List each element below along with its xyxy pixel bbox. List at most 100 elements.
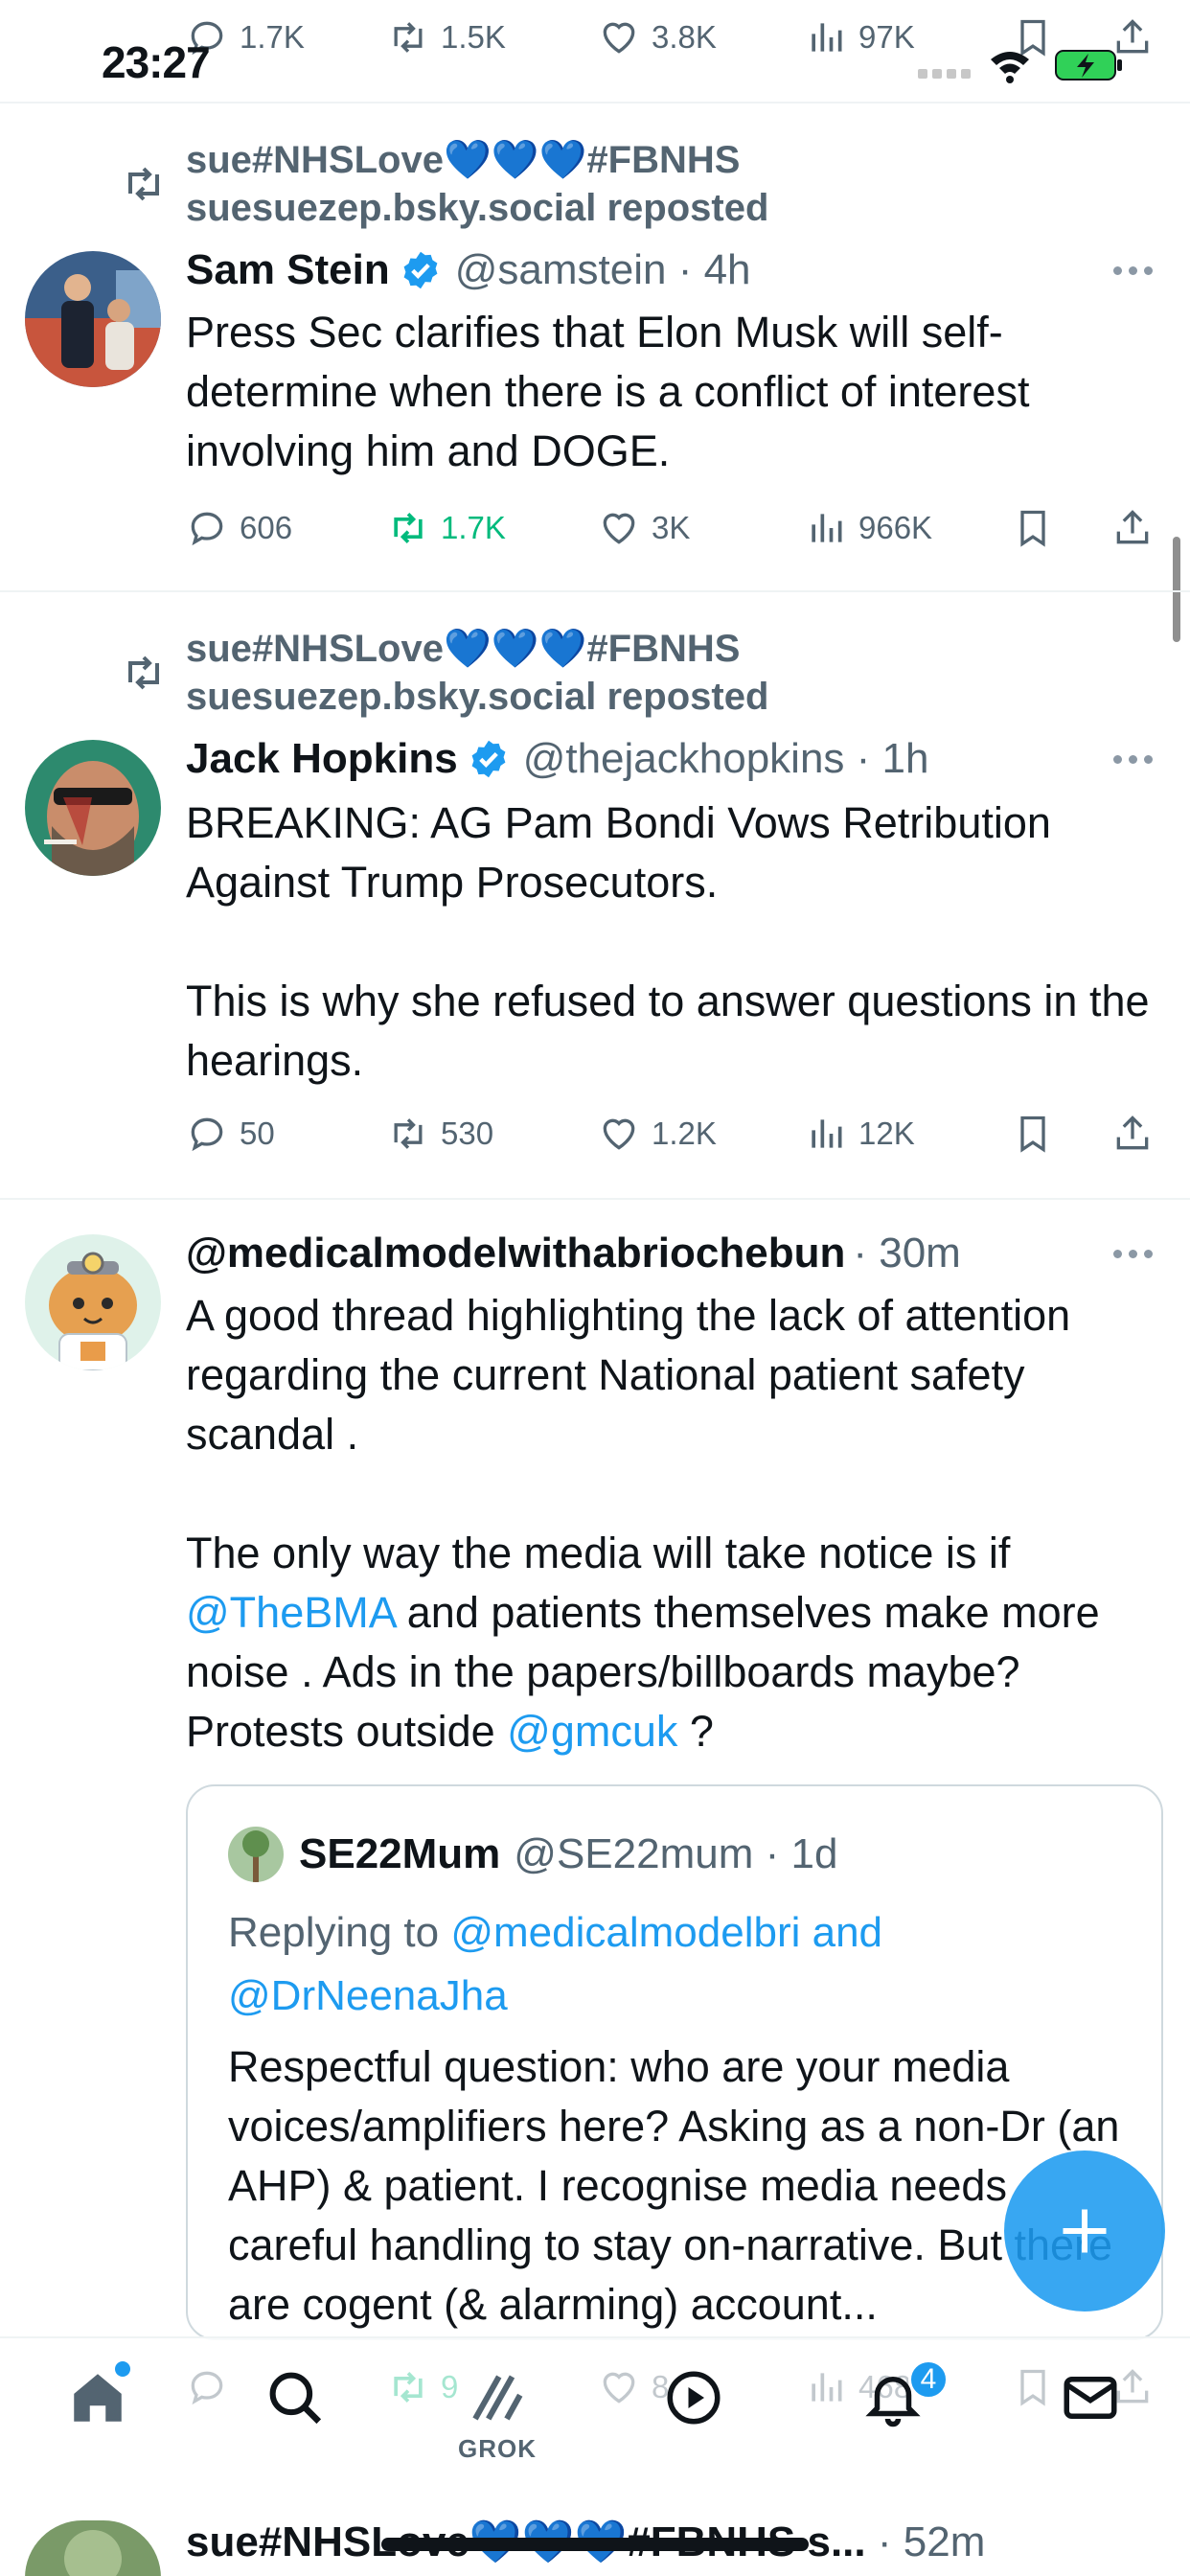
reply-button[interactable]: 50	[186, 1110, 275, 1158]
views-chart-icon	[812, 514, 842, 542]
author-handle[interactable]: @samstein · 4h	[455, 246, 751, 294]
like-count: 3K	[652, 510, 691, 545]
repost-button[interactable]: 530	[387, 1110, 493, 1158]
grok-icon	[472, 2375, 523, 2421]
views-chart-icon	[812, 2373, 842, 2402]
bottom-tab-bar: 9 8 468	[0, 2336, 1190, 2490]
reply-icon	[191, 2371, 223, 2405]
avatar[interactable]	[25, 740, 161, 876]
play-circle-icon	[667, 2371, 721, 2425]
bookmark-button	[1012, 2363, 1054, 2411]
tweet-paragraph: BREAKING: AG Pam Bondi Vows Retribution …	[186, 798, 1051, 907]
like-button[interactable]: 3K	[598, 504, 690, 552]
avatar-photo	[25, 2520, 161, 2576]
share-icon	[1116, 510, 1149, 544]
reply-count: 50	[240, 1116, 275, 1151]
post-time[interactable]: · 30m	[853, 1230, 960, 1277]
views-button[interactable]: 12K	[805, 1110, 915, 1158]
tweet-header: @medicalmodelwithabriochebun · 30m	[186, 1225, 961, 1282]
share-button[interactable]	[1111, 504, 1154, 552]
repost-header[interactable]: sue#NHSLove💙💙💙#FBNHS suesuezep.bsky.soci…	[186, 625, 768, 721]
views-count: 966K	[858, 510, 933, 545]
more-options-icon[interactable]	[1113, 261, 1159, 280]
cellular-signal-icon	[918, 69, 971, 79]
repost-count: 1.7K	[441, 510, 506, 545]
blue-hearts-emoji: 💙💙💙	[443, 628, 587, 670]
like-button[interactable]: 1.2K	[598, 1110, 717, 1158]
tweet-paragraph: This is why she refused to answer questi…	[186, 977, 1150, 1085]
tweet-paragraph: A good thread highlighting the lack of a…	[186, 1291, 1071, 1459]
author-name[interactable]: @medicalmodelwithabriochebun	[186, 1230, 845, 1277]
bookmark-button[interactable]	[1012, 504, 1054, 552]
avatar-photo	[25, 740, 161, 876]
tab-search[interactable]	[257, 2359, 333, 2436]
replying-to-label: Replying to	[228, 1909, 451, 1956]
text-span: The only way the media will take notice …	[186, 1529, 1011, 1577]
replying-to: Replying to @medicalmodelbri and @DrNeen…	[228, 1901, 1129, 2028]
views-count: 12K	[858, 1116, 915, 1151]
heart-icon	[603, 513, 635, 544]
reply-count: 606	[240, 510, 293, 545]
scrollbar[interactable]	[1173, 537, 1180, 642]
bookmark-icon	[1020, 2369, 1045, 2406]
plus-icon	[1063, 2209, 1107, 2253]
tweet-header: Sam Stein @samstein · 4h	[186, 242, 751, 299]
wifi-icon	[991, 52, 1029, 83]
tweet-text: A good thread highlighting the lack of a…	[186, 1286, 1154, 1761]
quote-avatar	[228, 1827, 284, 1882]
repost-icon	[394, 513, 423, 543]
repost-icon	[394, 1118, 423, 1149]
battery-charging-icon	[1055, 50, 1122, 80]
more-options-icon[interactable]	[1113, 1244, 1159, 1263]
reply-button[interactable]: 606	[186, 504, 292, 552]
grok-label: GROK	[458, 2434, 537, 2463]
repost-button[interactable]: 1.7K	[387, 504, 506, 552]
repost-icon	[394, 2372, 423, 2403]
quote-author-name: SE22Mum	[299, 1830, 501, 1877]
repost-by-tag: #FBNHS	[586, 139, 741, 181]
repost-icon	[128, 656, 159, 690]
author-handle[interactable]: @thejackhopkins · 1h	[523, 735, 929, 783]
share-icon	[1116, 1116, 1149, 1150]
tweet-actions: 606 1.7K 3K 966K	[186, 504, 1154, 552]
divider	[0, 590, 1190, 592]
tab-video[interactable]	[655, 2359, 732, 2436]
mention-link[interactable]: @gmcuk	[507, 1707, 677, 1756]
next-tweet-peek[interactable]: sue#NHSLove💙💙💙#FBNHS s... · 52m	[0, 2492, 1190, 2576]
quote-text: Respectful question: who are your media …	[228, 2042, 1120, 2329]
views-button[interactable]: 966K	[805, 504, 932, 552]
status-bar: 23:27	[0, 0, 1190, 104]
author-name[interactable]: Jack Hopkins	[186, 735, 458, 783]
search-icon	[269, 2372, 322, 2425]
mention-link[interactable]: @TheBMA	[186, 1588, 395, 1637]
repost-header[interactable]: sue#NHSLove💙💙💙#FBNHS suesuezep.bsky.soci…	[186, 136, 768, 232]
views-chart-icon	[812, 1119, 842, 1148]
bookmark-button[interactable]	[1012, 1110, 1054, 1158]
repost-by-name: sue#NHSLove	[186, 628, 444, 670]
repost-count: 9	[441, 2369, 459, 2404]
avatar[interactable]	[25, 251, 161, 387]
tab-messages[interactable]	[1052, 2359, 1129, 2436]
blue-hearts-emoji: 💙💙💙	[443, 139, 587, 181]
avatar[interactable]	[25, 1234, 161, 1370]
home-indicator[interactable]	[381, 2538, 809, 2551]
heart-icon	[603, 2372, 635, 2404]
author-name[interactable]: Sam Stein	[186, 246, 390, 294]
divider	[0, 1198, 1190, 1200]
new-posts-indicator-dot	[115, 2361, 130, 2377]
tweet-header: Jack Hopkins @thejackhopkins · 1h	[186, 730, 928, 788]
text-span: ?	[677, 1707, 714, 1756]
tweet-actions: 50 530 1.2K 12K	[186, 1110, 1154, 1158]
notifications-badge: 4	[908, 2359, 949, 2400]
status-time: 23:27	[102, 37, 211, 87]
reply-button	[186, 2363, 228, 2411]
verified-badge-icon	[403, 251, 438, 289]
compose-button[interactable]	[1004, 2150, 1165, 2312]
more-options-icon[interactable]	[1113, 749, 1159, 769]
share-button[interactable]	[1111, 1110, 1154, 1158]
avatar[interactable]	[25, 2520, 161, 2576]
repost-icon	[128, 167, 159, 201]
tweet-actions-behind-tabbar: 9 8 468	[0, 2363, 1190, 2411]
tab-grok[interactable]	[458, 2359, 535, 2436]
like-count: 1.2K	[652, 1116, 717, 1151]
